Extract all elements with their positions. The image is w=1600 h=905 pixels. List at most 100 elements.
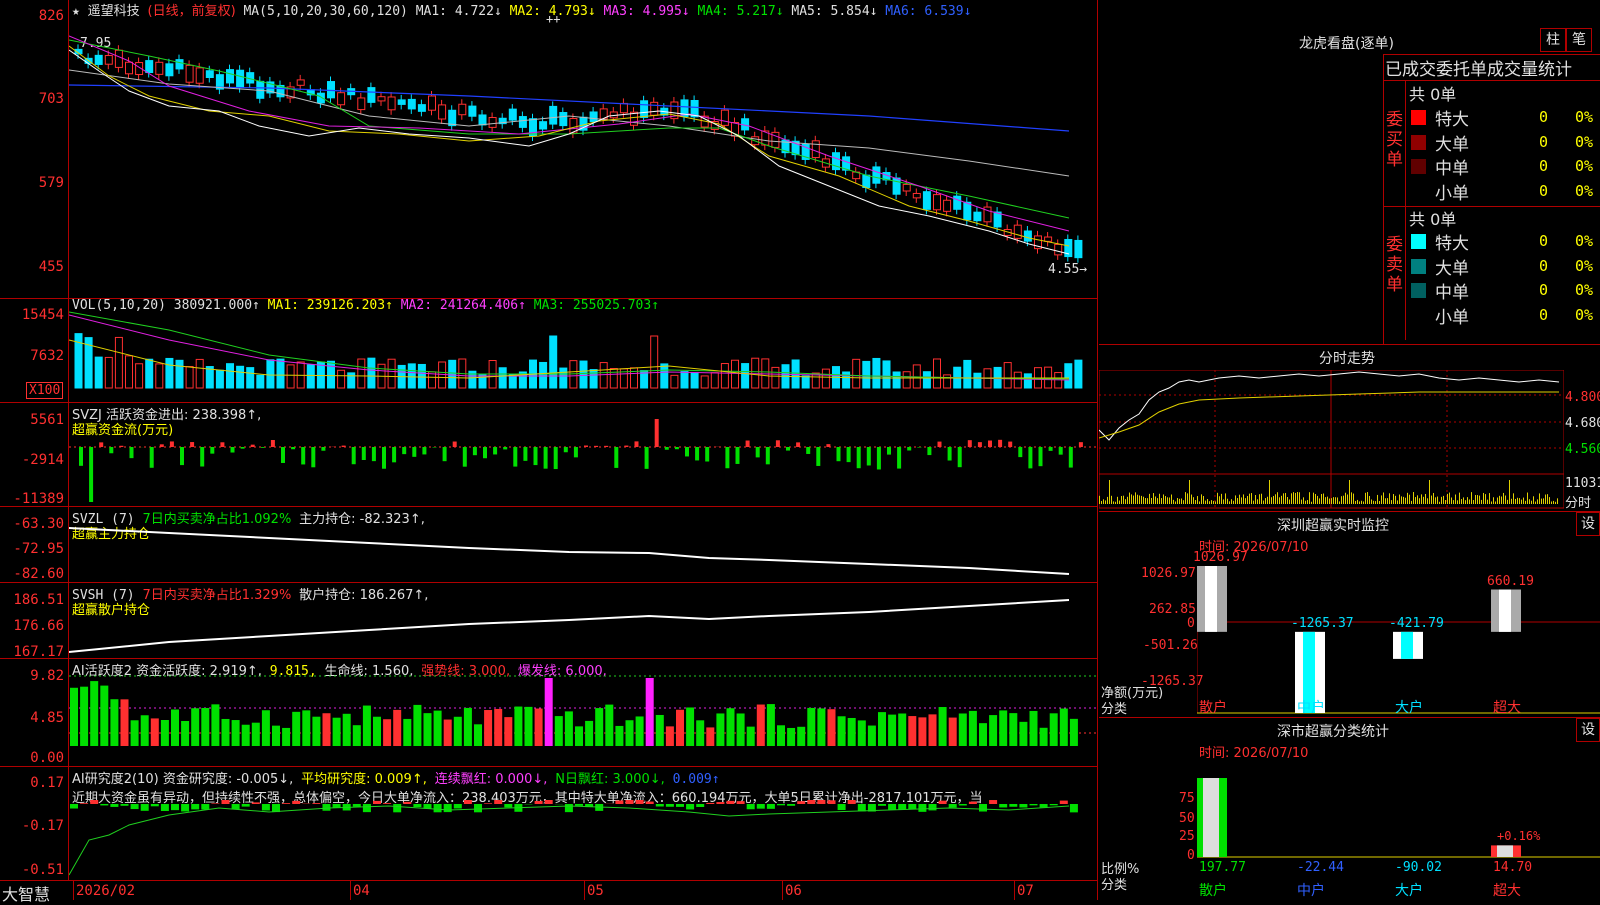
ai-active-bar <box>807 708 815 746</box>
intraday-vol-bar <box>1143 497 1144 504</box>
svzj-bar <box>301 447 305 464</box>
svzj-bar <box>877 447 881 469</box>
column-view-button[interactable]: 柱 <box>1540 28 1566 52</box>
research-bar <box>797 801 805 804</box>
research-bar <box>737 801 745 804</box>
stats-category: 中户 <box>1297 880 1325 900</box>
research-bar <box>353 804 361 807</box>
candle <box>408 99 415 109</box>
ai-active-bar <box>878 712 886 746</box>
svzj-bar <box>917 447 921 448</box>
ai-active-bar <box>747 727 755 746</box>
intraday-vol-bar <box>1127 497 1128 504</box>
candle <box>560 113 567 126</box>
main-chart-area[interactable]: ★ 遥望科技 (日线，前复权) MA(5,10,20,30,60,120) MA… <box>0 0 1098 900</box>
monitor-settings-button[interactable]: 设 <box>1576 512 1600 536</box>
vol-axis-mid: 7632 <box>0 348 64 364</box>
research-bar <box>959 804 967 805</box>
volume-bar <box>590 370 597 388</box>
svzj-bar <box>544 447 548 469</box>
intraday-chart[interactable] <box>1099 370 1564 510</box>
ai-active-bar <box>716 713 724 746</box>
intraday-vol-bar <box>1145 498 1146 504</box>
tick-view-button[interactable]: 笔 <box>1566 28 1592 52</box>
intraday-vol-bar <box>1353 494 1354 504</box>
monitor-category: 中户 <box>1297 697 1325 717</box>
volume-bar <box>388 359 395 388</box>
volume-bar <box>105 357 112 388</box>
order-row-label: 小单 <box>1435 179 1469 204</box>
volume-bar <box>307 365 314 388</box>
research-bar <box>141 804 149 811</box>
intraday-vol-bar <box>1543 498 1544 504</box>
intraday-vol-bar <box>1181 498 1182 504</box>
volume-bar <box>136 364 143 388</box>
stats-settings-button[interactable]: 设 <box>1576 718 1600 742</box>
monitor-bar-highlight <box>1499 590 1511 632</box>
stats-bar-label: 14.70 <box>1493 860 1532 875</box>
intraday-vol-bar <box>1457 500 1458 504</box>
buy-orders-label: 委买单 <box>1386 110 1404 170</box>
ai-active-bar <box>676 710 684 746</box>
volume-bar <box>903 372 910 388</box>
candle <box>479 115 486 125</box>
ai-research-legend: AI研究度2(10) 资金研究度: -0.005↓, 平均研究度: 0.009↑… <box>72 768 720 787</box>
intraday-vol-bar <box>1437 497 1438 504</box>
intraday-vol-bar <box>1389 493 1390 504</box>
research-bar <box>222 800 230 804</box>
intraday-vol-bar <box>1551 501 1552 504</box>
ai-active-bar <box>141 715 149 746</box>
intraday-vol-bar <box>1207 499 1208 504</box>
research-bar <box>848 800 856 804</box>
intraday-vol-bar <box>1499 496 1500 504</box>
ai-active-bar <box>939 707 947 746</box>
svzj-bar <box>200 447 204 467</box>
intraday-vol-bar <box>1261 494 1262 504</box>
ai-active-bar <box>737 713 745 746</box>
order-row-value: 0 <box>1539 182 1548 200</box>
price-chart[interactable] <box>69 16 1097 298</box>
intraday-vol-bar <box>1537 499 1538 504</box>
intraday-vol-bar <box>1541 499 1542 504</box>
svzj-bar <box>635 441 639 447</box>
vol-unit-button[interactable]: X100 <box>26 382 63 399</box>
ai-active-bar <box>343 714 351 746</box>
intraday-vol-bar <box>1237 498 1238 504</box>
intraday-vol-bar <box>1195 500 1196 504</box>
intraday-vol-bar <box>1501 497 1502 504</box>
intraday-vol-bar <box>1221 494 1222 504</box>
volume-bar <box>661 364 668 388</box>
ai-active-bar <box>312 717 320 746</box>
intraday-vol-bar <box>1415 497 1416 504</box>
intraday-vol-bar <box>1161 498 1162 504</box>
intraday-vol-bar <box>1157 498 1158 504</box>
intraday-vol-bar <box>1327 497 1328 504</box>
ai-active-bar <box>706 727 714 746</box>
research-bar <box>676 804 684 807</box>
research-bar <box>1040 804 1048 807</box>
research-bar <box>292 801 300 804</box>
research-bar <box>615 800 623 804</box>
candle <box>105 56 112 65</box>
order-stats-header: 已成交委托单成交量统计 <box>1385 55 1572 80</box>
candle <box>530 119 537 136</box>
svzj-bar <box>220 442 224 447</box>
intraday-vol-bar <box>1205 501 1206 504</box>
ai-active-bar <box>302 710 310 746</box>
intraday-vol-bar <box>1255 495 1256 504</box>
volume-bar <box>237 366 244 388</box>
candle <box>176 60 183 69</box>
intraday-vol-bar <box>1507 500 1508 504</box>
candle <box>196 68 203 83</box>
intraday-vol-bar <box>1303 497 1304 504</box>
candle <box>1055 244 1062 254</box>
ai-active-bar <box>979 723 987 746</box>
candle <box>115 50 122 67</box>
intraday-vol-bar <box>1373 501 1374 504</box>
ai-active-bar <box>373 717 381 746</box>
price-axis-455: 455 <box>0 259 64 275</box>
research-bar <box>878 804 886 806</box>
intraday-vol-bar <box>1215 501 1216 504</box>
research-bar <box>151 804 159 806</box>
intraday-vol-bar <box>1225 493 1226 504</box>
